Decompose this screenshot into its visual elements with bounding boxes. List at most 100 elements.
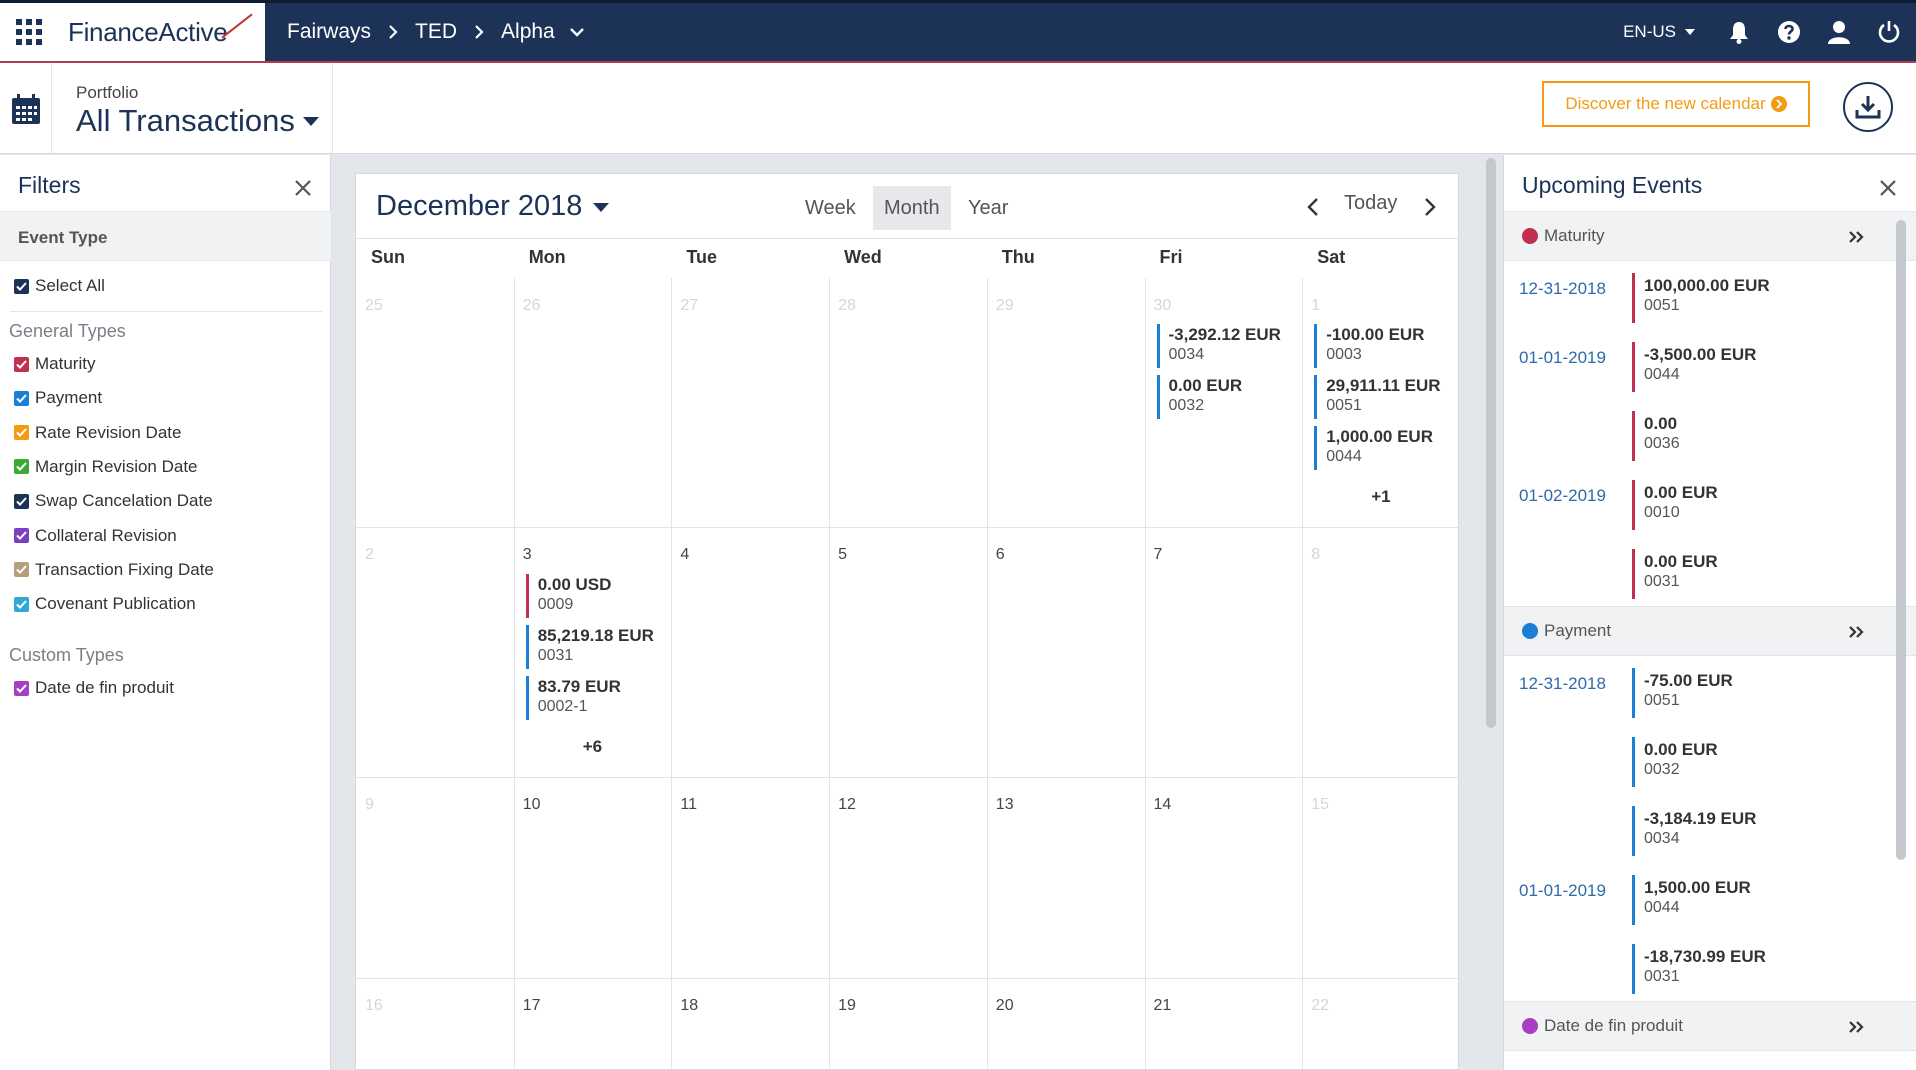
- select-all-checkbox[interactable]: Select All: [14, 276, 105, 296]
- upcoming-event[interactable]: -3,500.00 EUR 0044: [1632, 342, 1832, 392]
- calendar-event[interactable]: 85,219.18 EUR 0031: [525, 625, 660, 669]
- calendar-event[interactable]: -100.00 EUR 0003: [1314, 324, 1448, 368]
- date-number[interactable]: 25: [365, 297, 383, 315]
- caret-down-icon: [302, 117, 319, 126]
- date-number[interactable]: 20: [996, 997, 1014, 1015]
- view-year-button[interactable]: Year: [957, 186, 1019, 230]
- date-number[interactable]: 13: [996, 796, 1014, 814]
- date-number[interactable]: 12: [838, 796, 856, 814]
- filter-checkbox[interactable]: Collateral Revision: [14, 526, 177, 546]
- upcoming-event[interactable]: -3,184.19 EUR 0034: [1632, 806, 1832, 856]
- filter-checkbox[interactable]: Maturity: [14, 354, 95, 374]
- double-chevron-right-icon[interactable]: [1847, 1018, 1865, 1036]
- date-number[interactable]: 18: [680, 997, 698, 1015]
- date-number[interactable]: 22: [1311, 997, 1329, 1015]
- view-month-button[interactable]: Month: [873, 186, 951, 230]
- section-date-de-fin-produit[interactable]: Date de fin produit: [1504, 1001, 1916, 1051]
- date-number[interactable]: 5: [838, 546, 847, 564]
- more-events-link[interactable]: +6: [583, 737, 602, 757]
- date-number[interactable]: 6: [996, 546, 1005, 564]
- date-number[interactable]: 26: [523, 297, 541, 315]
- upcoming-event[interactable]: -75.00 EUR 0051: [1632, 668, 1832, 718]
- upcoming-event[interactable]: 1,500.00 EUR 0044: [1632, 875, 1832, 925]
- section-label: Date de fin produit: [1544, 1016, 1683, 1035]
- date-number[interactable]: 11: [680, 796, 697, 814]
- date-number[interactable]: 1: [1311, 297, 1320, 315]
- calendar-event[interactable]: 1,000.00 EUR 0044: [1314, 426, 1448, 470]
- previous-month-button[interactable]: [1302, 192, 1324, 222]
- date-number[interactable]: 3: [523, 546, 532, 564]
- breadcrumb-fairways[interactable]: Fairways: [281, 20, 377, 44]
- user-icon[interactable]: [1826, 19, 1852, 45]
- help-icon[interactable]: [1776, 19, 1802, 45]
- more-events-link[interactable]: +1: [1371, 487, 1390, 507]
- filter-checkbox[interactable]: Covenant Publication: [14, 594, 196, 614]
- upcoming-event[interactable]: -18,730.99 EUR 0031: [1632, 944, 1832, 994]
- close-icon[interactable]: [292, 177, 314, 199]
- upcoming-event[interactable]: 0.00 0036: [1632, 411, 1832, 461]
- upcoming-event[interactable]: 0.00 EUR 0032: [1632, 737, 1832, 787]
- calendar-event[interactable]: 0.00 EUR 0032: [1156, 375, 1291, 419]
- filter-checkbox[interactable]: Swap Cancelation Date: [14, 491, 213, 511]
- date-number[interactable]: 21: [1154, 997, 1172, 1015]
- close-icon[interactable]: [1877, 177, 1899, 199]
- filter-checkbox[interactable]: Rate Revision Date: [14, 423, 181, 443]
- date-number[interactable]: 9: [365, 796, 374, 814]
- event-ref: 0031: [1644, 968, 1680, 985]
- date-number[interactable]: 27: [680, 297, 698, 315]
- upcoming-event[interactable]: 0.00 EUR 0031: [1632, 549, 1832, 599]
- event-ref: 0044: [1644, 899, 1680, 916]
- calendar-event[interactable]: -3,292.12 EUR 0034: [1156, 324, 1291, 368]
- date-number[interactable]: 28: [838, 297, 856, 315]
- breadcrumb-alpha[interactable]: Alpha: [495, 20, 561, 44]
- date-number[interactable]: 10: [523, 796, 541, 814]
- filter-checkbox[interactable]: Transaction Fixing Date: [14, 560, 214, 580]
- discover-calendar-button[interactable]: Discover the new calendar: [1542, 81, 1810, 127]
- date-number[interactable]: 8: [1311, 546, 1320, 564]
- next-month-button[interactable]: [1419, 192, 1441, 222]
- double-chevron-right-icon[interactable]: [1847, 228, 1865, 246]
- double-chevron-right-icon[interactable]: [1847, 623, 1865, 641]
- date-number[interactable]: 17: [523, 997, 541, 1015]
- date-number[interactable]: 19: [838, 997, 856, 1015]
- bell-icon[interactable]: [1726, 19, 1752, 45]
- date-number[interactable]: 2: [365, 546, 374, 564]
- app-window: FinanceActive Fairways TED Alpha EN-US P…: [0, 0, 1916, 1070]
- download-button[interactable]: [1843, 82, 1893, 132]
- checkbox-checked-icon: [14, 493, 29, 509]
- date-number[interactable]: 4: [680, 546, 689, 564]
- section-maturity[interactable]: Maturity: [1504, 211, 1916, 261]
- date-number[interactable]: 30: [1154, 297, 1172, 315]
- view-week-button[interactable]: Week: [794, 186, 867, 230]
- upcoming-event[interactable]: 0.00 EUR 0010: [1632, 480, 1832, 530]
- apps-grid-icon[interactable]: [16, 19, 42, 45]
- chevron-down-icon[interactable]: [567, 22, 587, 42]
- event-ref: 0044: [1644, 366, 1680, 383]
- upcoming-scrollbar[interactable]: [1896, 220, 1906, 860]
- filter-checkbox[interactable]: Payment: [14, 388, 102, 408]
- caret-down-icon: [593, 202, 610, 212]
- section-payment[interactable]: Payment: [1504, 606, 1916, 656]
- calendar-nav-button[interactable]: [0, 63, 52, 154]
- language-selector[interactable]: EN-US: [1623, 22, 1696, 42]
- date-number[interactable]: 7: [1154, 546, 1163, 564]
- calendar-event[interactable]: 0.00 USD 0009: [525, 574, 660, 618]
- upcoming-event[interactable]: 100,000.00 EUR 0051: [1632, 273, 1832, 323]
- month-selector[interactable]: December 2018: [376, 190, 610, 223]
- portfolio-selector[interactable]: All Transactions: [76, 103, 321, 139]
- event-type-header[interactable]: Event Type: [0, 211, 331, 261]
- breadcrumb-ted[interactable]: TED: [409, 20, 463, 44]
- today-button[interactable]: Today: [1344, 192, 1397, 215]
- calendar-event[interactable]: 29,911.11 EUR 0051: [1314, 375, 1448, 419]
- date-number[interactable]: 14: [1154, 796, 1172, 814]
- calendar-event[interactable]: 83.79 EUR 0002-1: [525, 676, 660, 720]
- calendar-scrollbar[interactable]: [1486, 158, 1496, 728]
- filter-checkbox[interactable]: Date de fin produit: [14, 678, 174, 698]
- grid-vline: [829, 278, 831, 1069]
- filter-checkbox[interactable]: Margin Revision Date: [14, 457, 198, 477]
- date-number[interactable]: 15: [1311, 796, 1329, 814]
- date-number[interactable]: 29: [996, 297, 1014, 315]
- date-number[interactable]: 16: [365, 997, 383, 1015]
- event-date: 01-01-2019: [1519, 348, 1606, 367]
- power-icon[interactable]: [1876, 19, 1902, 45]
